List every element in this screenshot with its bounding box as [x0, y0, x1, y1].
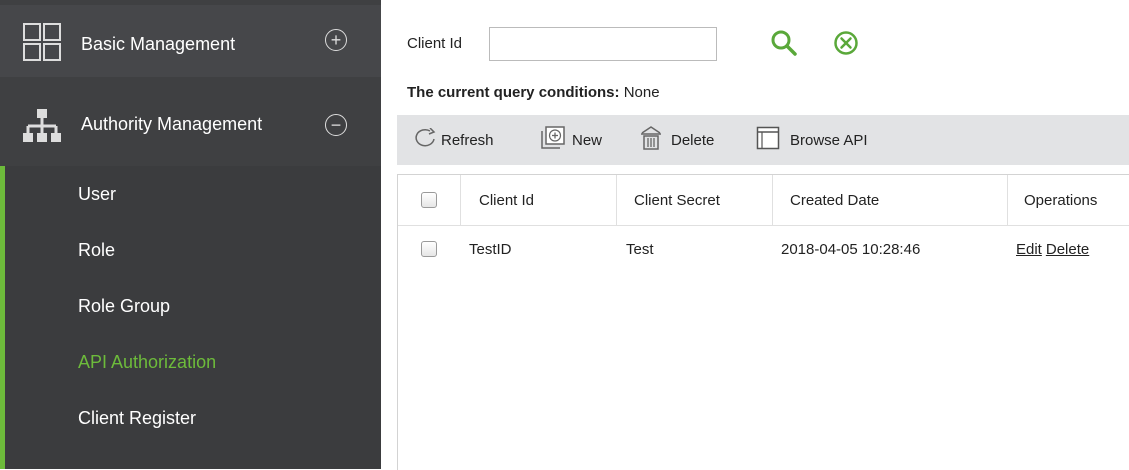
select-all-checkbox[interactable]	[421, 192, 437, 208]
browse-api-label: Browse API	[790, 131, 868, 149]
toolbar: Refresh New Delete Browse API	[397, 115, 1129, 165]
column-header[interactable]: Client Secret	[618, 175, 773, 225]
column-header-operations: Operations	[1024, 191, 1098, 209]
edit-link[interactable]: Edit	[1016, 241, 1042, 258]
client-table: Client Id Client Secret Created Date Ope…	[397, 174, 1129, 470]
sidebar-group-label: Authority Management	[81, 114, 263, 134]
client-secret-cell: Test	[626, 240, 654, 258]
client-id-input[interactable]	[489, 27, 717, 61]
new-label: New	[572, 131, 603, 149]
column-header[interactable]: Created Date	[774, 175, 1008, 225]
sidebar-item-api-authorization[interactable]: API Authorization	[78, 352, 216, 373]
sidebar-group-basic-management[interactable]: Basic Management +	[0, 5, 381, 77]
column-header[interactable]: Operations	[1009, 175, 1129, 225]
sidebar: Basic Management + Authority Management …	[0, 0, 381, 469]
collapse-icon[interactable]: −	[325, 114, 347, 136]
column-header-created-date: Created Date	[790, 191, 880, 209]
column-header-client-secret: Client Secret	[634, 191, 720, 209]
sidebar-group-label: Basic Management	[81, 34, 236, 54]
query-conditions-value: None	[623, 84, 660, 101]
new-button[interactable]: New	[540, 115, 602, 165]
active-group-indicator	[0, 166, 5, 469]
sidebar-item-role-group[interactable]: Role Group	[78, 296, 170, 317]
sidebar-group-authority-management[interactable]: Authority Management −	[0, 86, 381, 164]
client-id-label: Client Id	[407, 35, 463, 52]
delete-link[interactable]: Delete	[1046, 241, 1089, 258]
column-header[interactable]: Client Id	[461, 175, 617, 225]
browse-api-icon	[756, 126, 780, 154]
sidebar-item-client-register[interactable]: Client Register	[78, 408, 196, 429]
browse-api-button[interactable]: Browse API	[756, 115, 868, 165]
delete-button[interactable]: Delete	[639, 115, 714, 165]
new-icon	[540, 126, 566, 154]
query-conditions: The current query conditions: None	[407, 84, 660, 101]
client-id-cell: TestID	[469, 240, 512, 258]
sidebar-item-user[interactable]: User	[78, 184, 116, 205]
row-checkbox[interactable]	[421, 241, 437, 257]
table-header: Client Id Client Secret Created Date Ope…	[398, 175, 1129, 226]
delete-label: Delete	[671, 131, 715, 149]
created-date-cell: 2018-04-05 10:28:46	[781, 240, 921, 258]
search-icon[interactable]	[770, 29, 798, 62]
refresh-button[interactable]: Refresh	[413, 115, 494, 165]
table-row[interactable]: TestID Test 2018-04-05 10:28:46 Edit Del…	[398, 226, 1129, 272]
query-conditions-label: The current query conditions:	[407, 84, 620, 101]
expand-icon[interactable]: +	[325, 29, 347, 51]
org-chart-icon	[22, 106, 62, 151]
refresh-icon	[413, 127, 439, 152]
operations-cell: Edit Delete	[1016, 226, 1093, 272]
sidebar-item-role[interactable]: Role	[78, 240, 115, 261]
refresh-label: Refresh	[441, 131, 494, 149]
clear-icon[interactable]	[833, 30, 859, 61]
trash-icon	[639, 125, 663, 155]
select-all-cell	[398, 175, 461, 225]
row-select-cell	[398, 226, 460, 272]
grid-icon	[22, 22, 62, 67]
column-header-client-id: Client Id	[479, 191, 535, 209]
